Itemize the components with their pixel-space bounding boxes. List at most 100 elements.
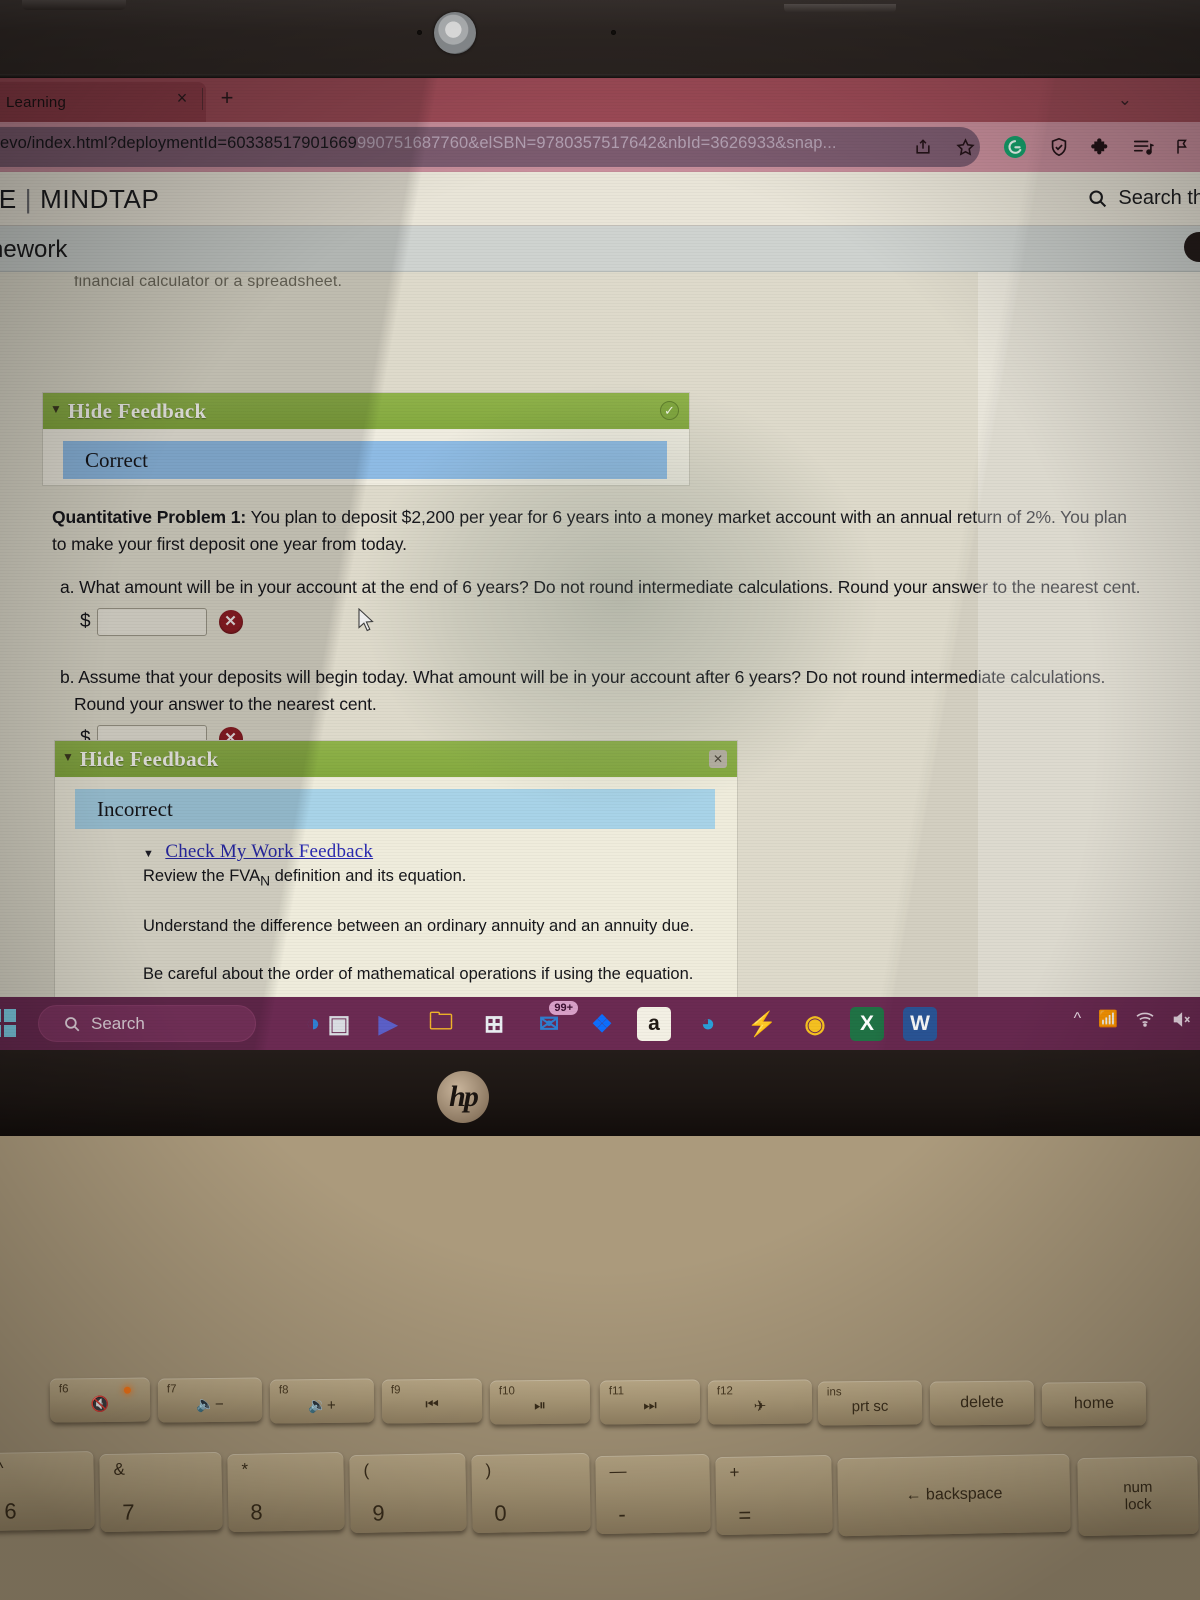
word-icon-glyph: W (910, 1012, 930, 1035)
wifi-icon[interactable] (1135, 1011, 1155, 1027)
key-f11[interactable]: f11 ⏭ (599, 1379, 701, 1425)
start-button-icon[interactable] (0, 1009, 16, 1037)
key-label-top: num (1123, 1478, 1153, 1497)
feedback-line-1: Review the FVAN definition and its equat… (143, 867, 723, 888)
key-f8[interactable]: f8 🔉+ (269, 1378, 375, 1424)
key-6[interactable]: ^ 6 (0, 1450, 95, 1532)
fva-subscript: N (260, 873, 271, 889)
file-explorer-icon[interactable]: 🗀 (424, 1007, 458, 1041)
bezel-notch-left (22, 0, 126, 10)
notification-badge: 99+ (549, 1001, 578, 1015)
key-f6[interactable]: f6 🔇 (49, 1377, 151, 1423)
key-delete[interactable]: delete (929, 1380, 1035, 1426)
taskbar-search-label: Search (91, 1013, 145, 1033)
key-shift-label: ^ (0, 1458, 4, 1478)
volume-mute-icon[interactable] (1172, 1011, 1194, 1028)
close-icon[interactable]: × (171, 87, 193, 109)
share-icon[interactable] (908, 132, 938, 162)
key-label: ✈ (753, 1397, 767, 1415)
key--[interactable]: — - (595, 1453, 711, 1535)
hide-feedback-toggle-bottom[interactable]: ▼ Hide Feedback ✕ (55, 741, 737, 777)
bookmark-star-icon[interactable] (950, 132, 980, 162)
page-title: omework (0, 236, 68, 263)
windows-taskbar: Search ◑ ▣ ▶ 🗀 ⊞ ✉ 99+ ❖ a ◕ ⚡ ◉ X W ^ 📶 (0, 997, 1200, 1050)
hide-feedback-label: Hide Feedback (79, 746, 219, 771)
key-f10[interactable]: f10 ⏯ (489, 1379, 591, 1425)
lightning-icon[interactable]: ⚡ (745, 1007, 779, 1041)
microphone-hole-right (611, 30, 616, 35)
brand-logo[interactable]: GE|MINDTAP (0, 184, 159, 215)
assignment-content: financial calculator or a spreadsheet. ▼… (0, 272, 1200, 1050)
network-disconnected-icon[interactable]: 📶 (1098, 1009, 1118, 1029)
browser-toolbar: evo/index.html?deploymentId=603385179016… (0, 122, 1200, 172)
edge-icon-glyph: ◕ (700, 1010, 716, 1037)
key-=[interactable]: + = (715, 1454, 833, 1535)
dropbox-icon[interactable]: ❖ (585, 1007, 619, 1041)
tray-chevron-icon[interactable]: ^ (1074, 1010, 1082, 1028)
answer-input-a[interactable] (96, 608, 207, 636)
new-tab-button[interactable]: + (215, 86, 239, 110)
key-0[interactable]: ) 0 (471, 1453, 591, 1534)
taskbar-search[interactable]: Search (38, 1005, 256, 1042)
amazon-icon[interactable]: a (637, 1007, 671, 1041)
key-label: 🔇 (90, 1395, 110, 1413)
url-visible: evo/index.html?deploymentId=603385179016… (0, 134, 357, 152)
answer-row-a: $ ✕ (52, 608, 1164, 636)
hide-feedback-toggle-top[interactable]: ▼ Hide Feedback ✓ (43, 393, 689, 429)
key-shift-label: ) (485, 1461, 492, 1481)
mail-icon[interactable]: ✉ 99+ (532, 1001, 578, 1041)
key-f7[interactable]: f7 🔈− (157, 1377, 263, 1423)
key-primary-label: 7 (122, 1499, 135, 1525)
key-label: 🔈− (196, 1395, 224, 1414)
search-icon (1089, 190, 1107, 208)
key-7[interactable]: & 7 (99, 1451, 223, 1532)
key-label: num lock (1077, 1456, 1198, 1536)
key-8[interactable]: * 8 (227, 1452, 345, 1533)
mute-led-indicator (123, 1386, 131, 1394)
key-label-bottom: lock (1124, 1495, 1152, 1514)
clipped-instruction-line: financial calculator or a spreadsheet. (74, 276, 342, 288)
shield-check-icon[interactable] (1044, 132, 1074, 162)
url-tail: 990751687760&elSBN=9780357517642&nbId=36… (356, 134, 837, 152)
chrome-icon[interactable]: ◉ (798, 1007, 832, 1041)
word-icon[interactable]: W (903, 1007, 937, 1041)
course-search-label: Search this c (1118, 187, 1200, 209)
key-num-lock[interactable]: num lock (1077, 1455, 1199, 1536)
tab-title: Learning (6, 93, 66, 111)
course-search[interactable]: Search this c (1087, 187, 1200, 210)
excel-icon[interactable]: X (850, 1007, 884, 1041)
window-icon[interactable]: ▣ (322, 1007, 356, 1041)
reading-list-icon[interactable] (1128, 132, 1158, 162)
question-part-b-text: b. Assume that your deposits will begin … (60, 667, 1106, 687)
feedback-line-2: Understand the difference between an ord… (143, 917, 695, 936)
question-part-a-text: a. What amount will be in your account a… (60, 577, 1141, 597)
key-ins[interactable]: ins prt sc (817, 1380, 923, 1426)
question-stem-line2: to make your first deposit one year from… (52, 534, 407, 554)
edge-icon[interactable]: ◕ (691, 1007, 725, 1041)
microsoft-store-icon[interactable]: ⊞ (477, 1007, 511, 1041)
key--backspace[interactable]: ← backspace (837, 1453, 1071, 1537)
laptop-screen: Learning × + ⌄ evo/index.html?deployment… (0, 78, 1200, 1050)
key-label: ⏯ (533, 1396, 547, 1414)
key-f12[interactable]: f12 ✈ (707, 1379, 813, 1425)
key-f9[interactable]: f9 ⏮ (381, 1378, 483, 1424)
chevron-down-icon[interactable]: ⌄ (1118, 90, 1132, 110)
key-9[interactable]: (9 (349, 1452, 467, 1533)
teams-icon-glyph: ▶ (378, 1010, 398, 1038)
copilot-icon-glyph: ◑ (305, 1010, 321, 1037)
grammarly-icon[interactable] (1000, 132, 1030, 162)
currency-symbol-a: $ (80, 611, 91, 632)
key-primary-label: = (738, 1502, 752, 1528)
key-home[interactable]: home (1041, 1381, 1147, 1427)
profile-icon[interactable] (1168, 132, 1198, 162)
check-my-work-toggle[interactable]: ▼ Check My Work Feedback (143, 841, 723, 863)
check-my-work-link[interactable]: Check My Work Feedback (165, 841, 373, 862)
avatar[interactable] (1184, 232, 1200, 262)
puzzle-icon[interactable] (1086, 132, 1116, 162)
close-icon[interactable]: ✕ (709, 750, 727, 768)
url-text: evo/index.html?deploymentId=603385179016… (0, 134, 930, 153)
teams-icon[interactable]: ▶ (371, 1007, 405, 1041)
mindtap-header: GE|MINDTAP Search this c (0, 172, 1200, 226)
question-stem-line1: You plan to deposit $2,200 per year for … (250, 507, 1127, 527)
search-icon (65, 1016, 80, 1031)
